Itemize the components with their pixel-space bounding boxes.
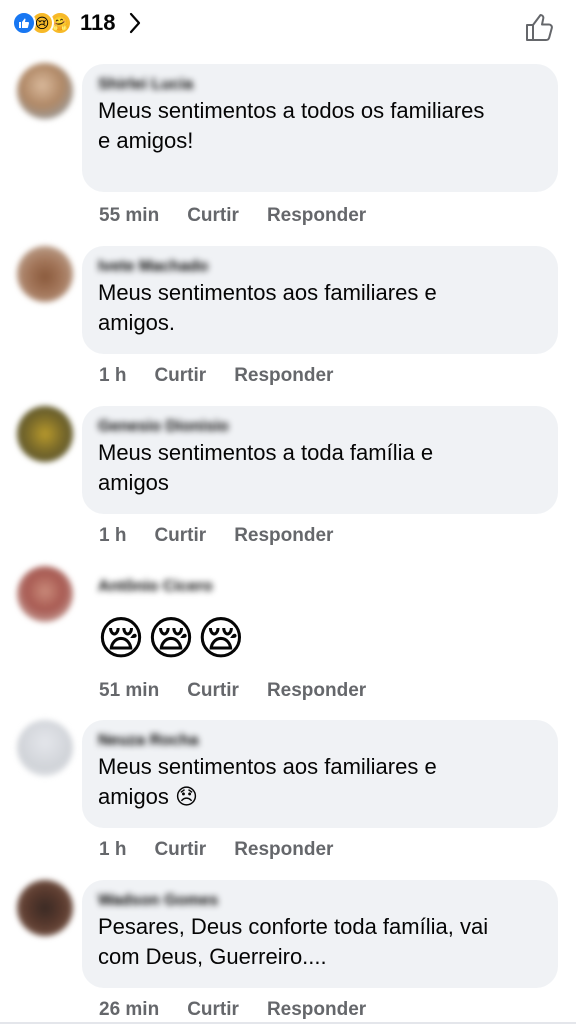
like-outline-icon[interactable] bbox=[522, 10, 556, 44]
comment-actions: 1 h Curtir Responder bbox=[99, 365, 333, 387]
commenter-name[interactable]: Wadson Gomes bbox=[98, 890, 542, 912]
commenter-name[interactable]: Shirlei Lucia bbox=[98, 74, 542, 96]
like-button[interactable]: Curtir bbox=[187, 999, 239, 1021]
comment-actions: 1 h Curtir Responder bbox=[99, 525, 333, 547]
comments-screen: 😢 🤗 118 Shirlei Lucia Meus sentimentos a… bbox=[0, 0, 576, 1024]
comment-actions: 51 min Curtir Responder bbox=[99, 680, 366, 702]
like-button[interactable]: Curtir bbox=[154, 525, 206, 547]
reply-button[interactable]: Responder bbox=[234, 839, 333, 861]
comment-text: Meus sentimentos a toda família e amigos bbox=[98, 440, 434, 495]
like-button[interactable]: Curtir bbox=[187, 680, 239, 702]
reply-button[interactable]: Responder bbox=[267, 205, 366, 227]
like-button[interactable]: Curtir bbox=[187, 205, 239, 227]
comment-time[interactable]: 1 h bbox=[99, 839, 126, 861]
comment-time[interactable]: 55 min bbox=[99, 205, 159, 227]
comment-bubble[interactable]: Neuza Rocha Meus sentimentos aos familia… bbox=[82, 720, 558, 828]
comment-actions: 1 h Curtir Responder bbox=[99, 839, 333, 861]
reply-button[interactable]: Responder bbox=[267, 999, 366, 1021]
comment-bubble[interactable]: Wadson Gomes Pesares, Deus conforte toda… bbox=[82, 880, 558, 988]
avatar[interactable] bbox=[17, 566, 73, 622]
commenter-name[interactable]: Neuza Rocha bbox=[98, 730, 542, 752]
comment-text: Pesares, Deus conforte toda família, vai… bbox=[98, 914, 489, 969]
avatar[interactable] bbox=[17, 63, 73, 119]
avatar[interactable] bbox=[17, 406, 73, 462]
comment-bubble[interactable]: Shirlei Lucia Meus sentimentos a todos o… bbox=[82, 64, 558, 192]
reactions-header: 😢 🤗 118 bbox=[0, 0, 576, 52]
comment-actions: 55 min Curtir Responder bbox=[99, 205, 366, 227]
comment-time[interactable]: 26 min bbox=[99, 999, 159, 1021]
comment-text: Meus sentimentos aos familiares e amigos… bbox=[98, 754, 437, 809]
avatar[interactable] bbox=[17, 246, 73, 302]
commenter-name[interactable]: Antônio Cicero bbox=[98, 576, 266, 598]
comment-bubble[interactable]: Genesio Dionisio Meus sentimentos a toda… bbox=[82, 406, 558, 514]
comment-bubble[interactable]: Antônio Cicero bbox=[82, 566, 282, 600]
comment-text: Meus sentimentos a todos os familiares e… bbox=[98, 98, 485, 153]
chevron-right-icon[interactable] bbox=[128, 11, 142, 35]
like-icon bbox=[12, 11, 36, 35]
like-button[interactable]: Curtir bbox=[154, 365, 206, 387]
comment-emoji-text: 😪😪😪 bbox=[97, 612, 247, 664]
comment-text: Meus sentimentos aos familiares e amigos… bbox=[98, 280, 437, 335]
avatar[interactable] bbox=[17, 880, 73, 936]
reply-button[interactable]: Responder bbox=[234, 365, 333, 387]
like-button[interactable]: Curtir bbox=[154, 839, 206, 861]
reply-button[interactable]: Responder bbox=[267, 680, 366, 702]
comment-time[interactable]: 1 h bbox=[99, 525, 126, 547]
commenter-name[interactable]: Genesio Dionisio bbox=[98, 416, 542, 438]
avatar[interactable] bbox=[17, 720, 73, 776]
comment-bubble[interactable]: Ivete Machado Meus sentimentos aos famil… bbox=[82, 246, 558, 354]
reply-button[interactable]: Responder bbox=[234, 525, 333, 547]
comment-time[interactable]: 1 h bbox=[99, 365, 126, 387]
reaction-count: 118 bbox=[80, 10, 116, 35]
reactions-summary[interactable]: 😢 🤗 118 bbox=[12, 10, 142, 36]
comment-actions: 26 min Curtir Responder bbox=[99, 999, 366, 1021]
comment-time[interactable]: 51 min bbox=[99, 680, 159, 702]
commenter-name[interactable]: Ivete Machado bbox=[98, 256, 542, 278]
